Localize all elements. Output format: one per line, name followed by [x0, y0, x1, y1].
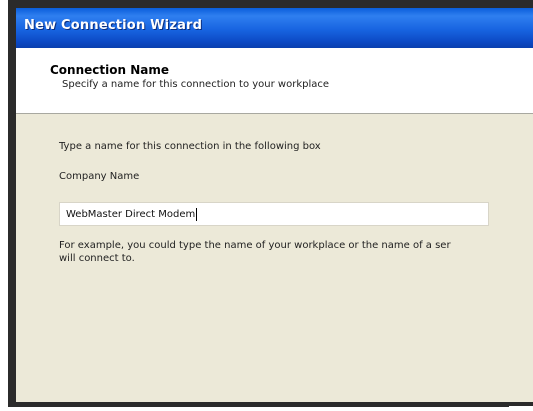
example-line-1: For example, you could type the name of …: [59, 240, 451, 251]
page-subtitle: Specify a name for this connection to yo…: [62, 79, 330, 90]
example-text: For example, you could type the name of …: [59, 239, 533, 265]
page-title: Connection Name: [50, 63, 169, 77]
screenshot-frame: New Connection Wizard Connection Name Sp…: [8, 0, 533, 407]
instruction-text: Type a name for this connection in the f…: [59, 141, 321, 152]
wizard-window: New Connection Wizard Connection Name Sp…: [16, 8, 533, 402]
wizard-header: Connection Name Specify a name for this …: [16, 48, 533, 114]
company-name-input[interactable]: WebMaster Direct Modem: [59, 202, 489, 226]
window-title: New Connection Wizard: [24, 18, 203, 33]
text-caret: [196, 207, 198, 221]
wizard-body: Type a name for this connection in the f…: [16, 114, 533, 402]
company-name-label: Company Name: [59, 171, 140, 182]
title-bar[interactable]: New Connection Wizard: [16, 8, 533, 48]
example-line-2: will connect to.: [59, 253, 135, 264]
frame-gap: [509, 406, 533, 411]
company-name-value: WebMaster Direct Modem: [66, 208, 196, 220]
